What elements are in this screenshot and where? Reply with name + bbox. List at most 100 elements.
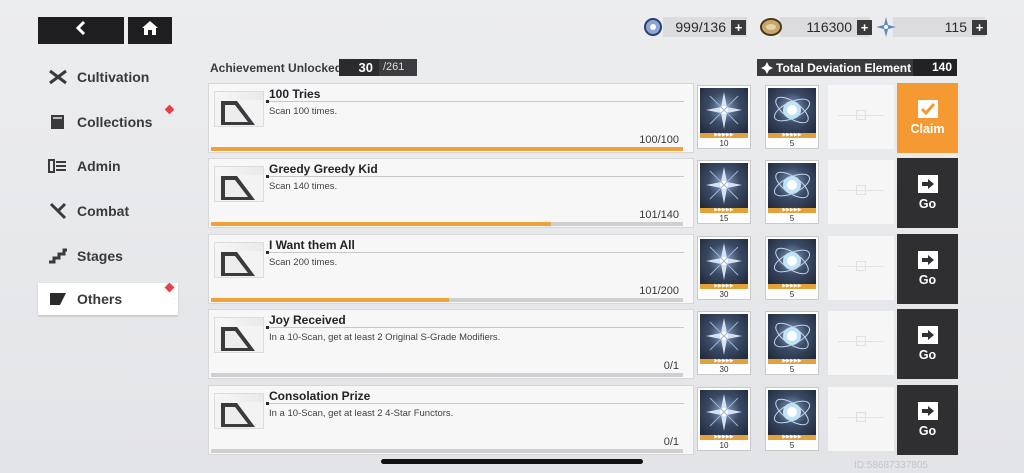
progress-bar: [211, 373, 683, 378]
reward-item[interactable]: ▶▶▶▶▶ 5: [765, 386, 819, 451]
checkmark-icon: [917, 100, 938, 118]
add-energy-button[interactable]: +: [731, 19, 746, 35]
achievement-badge-icon: [214, 241, 264, 278]
action-label: Go: [918, 197, 937, 212]
achievement-unlocked-label: Achievement Unlocked: [210, 61, 343, 75]
others-flag-icon: [47, 290, 69, 308]
achievement-title: Greedy Greedy Kid: [269, 162, 378, 177]
user-id: ID:58687337805: [854, 460, 928, 471]
add-star-button[interactable]: +: [972, 19, 987, 35]
reward-item[interactable]: ▶▶▶▶▶ 10: [697, 386, 751, 451]
reward-item[interactable]: ▶▶▶▶▶ 5: [765, 160, 819, 225]
reward-item[interactable]: ▶▶▶▶▶ 15: [697, 160, 751, 225]
sidebar-item-label: Cultivation: [77, 69, 150, 85]
claim-button[interactable]: Claim: [897, 83, 958, 153]
action-label: Go: [918, 348, 937, 363]
go-button[interactable]: Go: [897, 309, 958, 380]
rarity-stars: ▶▶▶▶▶: [768, 283, 816, 289]
go-button[interactable]: Go: [897, 233, 958, 304]
go-arrow-icon: [917, 326, 938, 345]
achievement-card: Joy Received In a 10-Scan, get at least …: [208, 309, 694, 380]
go-arrow-icon: [917, 401, 938, 420]
currency-gold: 116300 +: [760, 17, 872, 37]
home-indicator[interactable]: [381, 459, 643, 464]
progress-text: 100/100: [639, 134, 679, 146]
sidebar-item-cultivation[interactable]: Cultivation: [38, 60, 178, 94]
achievement-card: Greedy Greedy Kid Scan 140 times. 101/14…: [208, 158, 694, 229]
energy-orb-icon: [768, 238, 816, 284]
star-crystal-icon: [700, 88, 748, 133]
sidebar-item-collections[interactable]: Collections: [38, 102, 178, 139]
crossed-swords-icon: [47, 68, 69, 86]
stairs-icon: [47, 247, 69, 265]
reward-item[interactable]: ▶▶▶▶▶ 10: [697, 85, 751, 149]
progress-bar: [211, 222, 683, 227]
achievement-list: 100 Tries Scan 100 times. 100/100 ▶▶▶▶▶ …: [208, 83, 958, 460]
back-button[interactable]: [38, 17, 124, 44]
deviation-value: 140: [913, 59, 957, 76]
energy-orb-icon: [768, 88, 816, 133]
rarity-stars: ▶▶▶▶▶: [768, 133, 816, 138]
reward-item[interactable]: ▶▶▶▶▶ 30: [697, 311, 751, 376]
title-underline: [266, 100, 684, 103]
title-underline: [266, 175, 684, 179]
progress-fill: [211, 297, 450, 302]
rarity-stars: ▶▶▶▶▶: [768, 434, 816, 440]
achievement-description: Scan 140 times.: [269, 181, 338, 193]
notification-badge: [163, 102, 176, 116]
rarity-stars: ▶▶▶▶▶: [700, 359, 748, 365]
reward-quantity: 10: [719, 139, 729, 148]
energy-orb-icon: [768, 389, 816, 435]
rarity-stars: ▶▶▶▶▶: [768, 208, 816, 214]
reward-item[interactable]: ▶▶▶▶▶ 5: [765, 85, 819, 149]
go-button[interactable]: Go: [897, 158, 958, 229]
sidebar-item-others[interactable]: Others: [38, 281, 178, 318]
rarity-stars: ▶▶▶▶▶: [700, 133, 748, 138]
currency-energy: 999/136 +: [642, 17, 746, 37]
reward-quantity: 10: [719, 440, 729, 450]
reward-item[interactable]: ▶▶▶▶▶ 5: [765, 311, 819, 376]
empty-reward-slot: [828, 85, 894, 149]
sidebar-item-stages[interactable]: Stages: [38, 239, 178, 273]
achievement-badge-icon: [214, 392, 264, 429]
rarity-stars: ▶▶▶▶▶: [768, 359, 816, 365]
sidebar-item-label: Collections: [77, 113, 153, 130]
sidebar-item-combat[interactable]: Combat: [38, 194, 178, 228]
reward-item[interactable]: ▶▶▶▶▶ 5: [765, 235, 819, 300]
achievement-description: Scan 200 times.: [269, 256, 338, 268]
book-icon: [47, 113, 69, 131]
achievement-card: 100 Tries Scan 100 times. 100/100: [208, 83, 694, 153]
achievement-badge-icon: [214, 91, 264, 127]
deviation-label: Total Deviation Element: [776, 60, 912, 75]
achievement-description: In a 10-Scan, get at least 2 Original S-…: [269, 332, 501, 344]
reward-quantity: 5: [789, 440, 795, 450]
title-underline: [266, 401, 684, 405]
sidebar-item-label: Stages: [77, 247, 123, 264]
progress-fill: [211, 222, 552, 227]
add-gold-button[interactable]: +: [857, 19, 872, 35]
go-button[interactable]: Go: [897, 384, 958, 455]
sidebar-item-label: Admin: [77, 158, 121, 175]
star-shard-icon: [875, 17, 897, 37]
home-button[interactable]: [128, 17, 172, 44]
energy-crystal-icon: [642, 17, 664, 37]
home-icon: [142, 21, 158, 40]
progress-fill: [211, 147, 683, 151]
gold-coin-icon: [760, 17, 782, 37]
currency-value: 999/136: [675, 19, 726, 35]
achievement-row: Greedy Greedy Kid Scan 140 times. 101/14…: [208, 158, 958, 229]
reward-quantity: 5: [789, 365, 795, 375]
achievement-card: Consolation Prize In a 10-Scan, get at l…: [208, 384, 694, 455]
rarity-stars: ▶▶▶▶▶: [700, 208, 748, 214]
reward-quantity: 30: [719, 365, 729, 375]
rarity-stars: ▶▶▶▶▶: [700, 434, 748, 440]
reward-item[interactable]: ▶▶▶▶▶ 30: [697, 235, 751, 300]
sidebar-item-admin[interactable]: Admin: [38, 149, 178, 183]
empty-reward-slot: [828, 386, 894, 451]
back-arrow-icon: [75, 20, 87, 40]
star-crystal-icon: [700, 314, 748, 360]
achievement-count: 30: [339, 59, 379, 76]
achievement-row: Consolation Prize In a 10-Scan, get at l…: [208, 384, 958, 455]
progress-text: 0/1: [663, 360, 679, 373]
notification-badge: [163, 281, 176, 295]
